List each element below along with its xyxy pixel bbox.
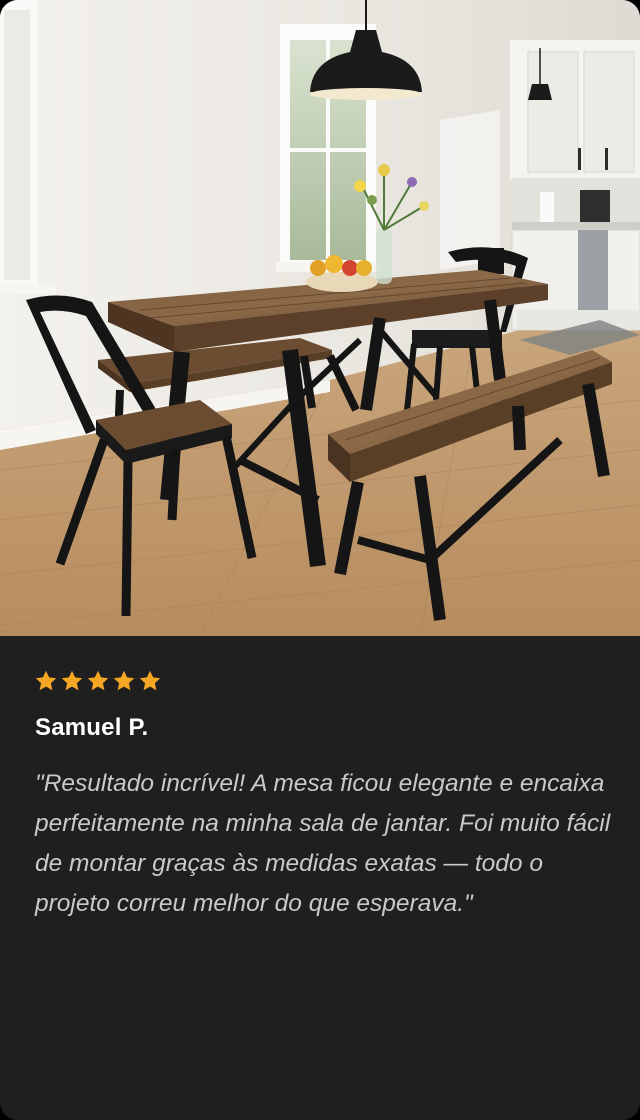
reviewer-name: Samuel P. [35,714,149,741]
review-text: "Resultado incrível! A mesa ficou elegan… [35,770,611,917]
star-icon [87,670,109,691]
star-icon [35,670,57,691]
review-photo [0,0,640,636]
star-icon [61,670,83,691]
rating-stars [34,669,162,693]
review-card: Samuel P. "Resultado incrível! A mesa fi… [0,0,640,1120]
review-content: Samuel P. "Resultado incrível! A mesa fi… [0,636,640,1120]
star-icon [139,670,161,691]
star-icon [113,670,135,691]
dining-room-illustration [0,0,640,636]
